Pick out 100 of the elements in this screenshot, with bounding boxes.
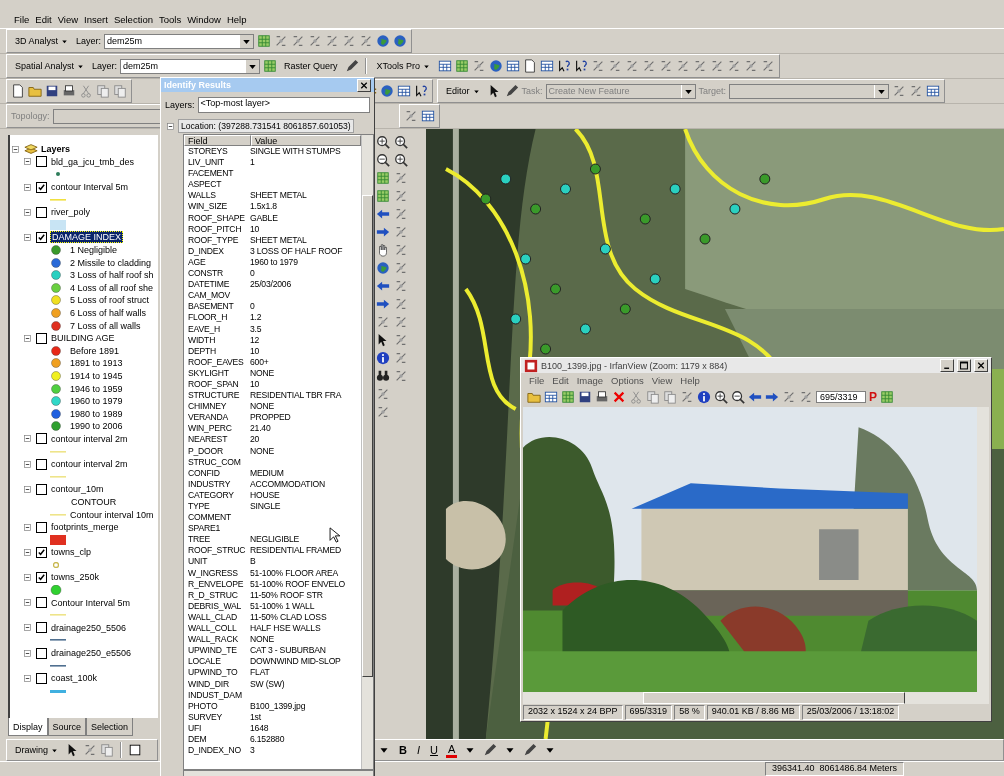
drawing-menu[interactable]: Drawing [11, 744, 63, 756]
zoom-in-icon[interactable] [376, 135, 390, 149]
column-header[interactable]: Value [251, 135, 361, 146]
arrow-right-icon[interactable] [376, 297, 390, 311]
tool-icon[interactable] [394, 297, 408, 311]
layer-name[interactable]: Contour Interval 5m [50, 597, 132, 608]
layer-checkbox[interactable] [36, 521, 47, 533]
layer-checkbox[interactable] [36, 231, 47, 243]
tool-icon[interactable] [376, 405, 390, 419]
tool-icon[interactable] [394, 261, 408, 275]
target-dropdown[interactable] [729, 83, 890, 99]
table-icon[interactable] [540, 59, 555, 73]
printer-icon[interactable] [62, 84, 76, 98]
globe-icon[interactable] [380, 84, 394, 98]
new-document-icon[interactable] [523, 59, 538, 73]
zoom-out-icon[interactable] [376, 153, 390, 167]
layer-name[interactable]: coast_100k [50, 673, 99, 684]
3d-analyst-menu[interactable]: 3D Analyst [11, 35, 74, 47]
xtools-pro-menu[interactable]: XTools Pro [372, 60, 436, 72]
menu-item[interactable]: Help [226, 13, 247, 25]
underline-button[interactable]: U [428, 744, 440, 756]
layer-name[interactable]: drainage250_5506 [50, 622, 128, 633]
zoom-in-icon[interactable] [394, 153, 408, 167]
layer-checkbox[interactable] [36, 647, 47, 659]
layer-checkbox[interactable] [36, 597, 47, 609]
globe-icon[interactable] [489, 59, 504, 73]
layer-name[interactable]: contour interval 2m [50, 459, 129, 470]
layer-checkbox[interactable] [36, 458, 47, 470]
arrow-right-icon[interactable] [376, 225, 390, 239]
layer-name[interactable]: BUILDING AGE [50, 333, 116, 344]
tool-icon[interactable] [394, 225, 408, 239]
menu-item[interactable]: View [57, 13, 79, 25]
menu-item[interactable]: File [14, 13, 30, 25]
close-icon[interactable] [357, 78, 371, 92]
italic-button[interactable]: I [414, 744, 422, 756]
layer-checkbox[interactable] [36, 332, 47, 344]
grid-icon[interactable] [376, 189, 390, 203]
menu-item[interactable]: Window [187, 13, 221, 25]
new-document-icon[interactable] [11, 84, 25, 98]
help-icon[interactable] [574, 59, 589, 73]
layer-checkbox[interactable] [36, 206, 47, 218]
layer-checkbox[interactable] [36, 572, 47, 583]
layer-checkbox[interactable] [36, 622, 47, 634]
tool-icon[interactable] [394, 243, 408, 257]
grid-icon[interactable] [263, 59, 278, 73]
location-node[interactable]: Location: (397288.731541 8061857.601053) [178, 119, 354, 133]
layer-name[interactable]: bld_ga_jcu_tmb_des [50, 156, 136, 167]
layer-name[interactable]: DAMAGE INDEX [50, 231, 123, 244]
pencil-icon[interactable] [504, 84, 519, 98]
tool-icon[interactable] [394, 207, 408, 221]
tool-icon[interactable] [394, 189, 408, 203]
menu-item[interactable]: Tools [158, 13, 182, 25]
layer-name[interactable]: drainage250_e5506 [50, 648, 133, 659]
layers-root-label[interactable]: Layers [41, 144, 71, 155]
layer-name[interactable]: towns_250k [50, 572, 101, 583]
pencil-icon[interactable] [344, 59, 359, 73]
globe-icon[interactable] [393, 34, 408, 48]
grid-icon[interactable] [257, 34, 272, 48]
layer-name[interactable]: contour interval 2m [50, 433, 129, 444]
hand-icon[interactable] [376, 243, 390, 257]
globe-icon[interactable] [376, 261, 390, 275]
table-icon[interactable] [506, 59, 521, 73]
binoculars-icon[interactable] [376, 369, 390, 383]
topology-dropdown[interactable] [52, 108, 163, 124]
table-icon[interactable] [420, 109, 435, 123]
table-icon[interactable] [926, 84, 941, 98]
help-icon[interactable] [557, 59, 572, 73]
layer-name[interactable]: contour_10m [50, 484, 105, 495]
layers-icon[interactable] [24, 142, 38, 157]
arrow-left-icon[interactable] [376, 279, 390, 293]
tool-icon[interactable] [394, 279, 408, 293]
layer-name[interactable]: towns_clp [50, 547, 93, 558]
layer-name[interactable]: contour Interval 5m [50, 182, 130, 193]
layer-checkbox[interactable] [36, 546, 47, 558]
layer-checkbox[interactable] [36, 483, 47, 495]
spatial-analyst-menu[interactable]: Spatial Analyst [11, 60, 90, 72]
globe-icon[interactable] [376, 34, 391, 48]
layers-field[interactable]: <Top-most layer> [197, 97, 370, 113]
panel-tab[interactable]: Display [8, 718, 48, 736]
pencil-icon[interactable] [523, 743, 538, 757]
panel-tab[interactable]: Source [47, 718, 87, 736]
layer-checkbox[interactable] [36, 156, 47, 168]
save-icon[interactable] [45, 84, 59, 98]
table-icon[interactable] [397, 84, 411, 98]
layer-name[interactable]: footprints_merge [50, 522, 120, 533]
help-icon[interactable] [414, 84, 428, 98]
table-icon[interactable] [438, 59, 453, 73]
layer-name[interactable]: river_poly [50, 207, 91, 218]
menu-item[interactable]: Selection [113, 13, 153, 25]
square-icon[interactable] [128, 743, 142, 757]
layer-checkbox[interactable] [36, 181, 47, 193]
layer-checkbox[interactable] [36, 672, 47, 684]
copy-icon[interactable] [100, 743, 114, 757]
column-header[interactable]: Field [184, 135, 251, 146]
bold-button[interactable]: B [397, 744, 409, 756]
copy-icon[interactable] [96, 84, 110, 98]
layer-dropdown[interactable]: dem25m [120, 58, 261, 74]
menu-item[interactable]: Insert [84, 13, 108, 25]
layer-checkbox[interactable] [36, 433, 47, 445]
scrollbar[interactable] [361, 135, 373, 769]
